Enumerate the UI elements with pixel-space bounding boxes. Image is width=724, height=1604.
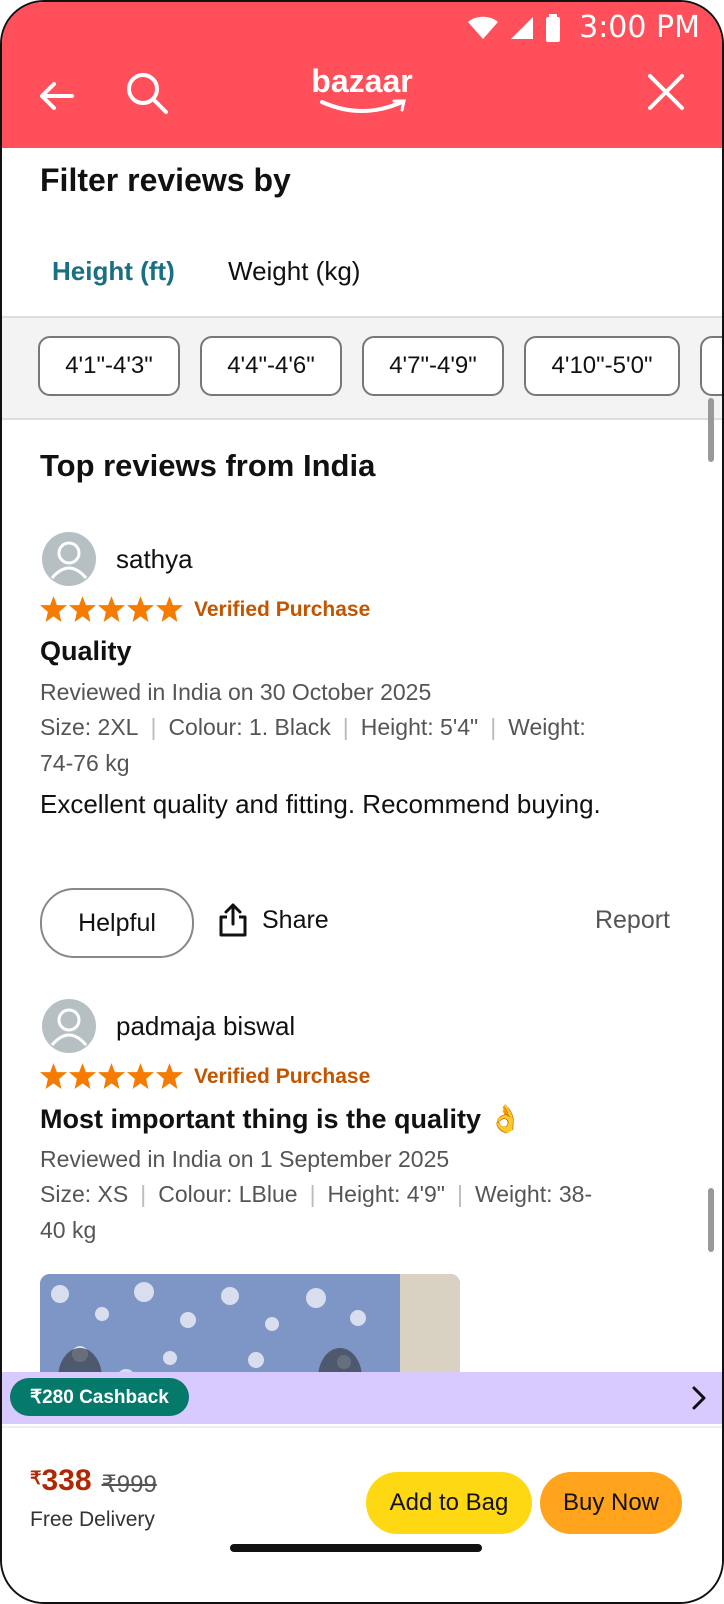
- divider: |: [150, 714, 157, 740]
- review-title: Quality: [40, 636, 132, 666]
- review-weight: Weight:: [508, 714, 586, 740]
- app-header: bazaar: [2, 52, 722, 148]
- phone-frame: 3:00 PM bazaar Filter reviews by Height …: [0, 0, 724, 1604]
- filter-tabs: Height (ft) Weight (kg): [2, 238, 722, 318]
- scrollbar[interactable]: [708, 1188, 714, 1252]
- star-icon: [40, 596, 67, 622]
- review-attributes: Size: XS | Colour: LBlue | Height: 4'9" | Weig…: [40, 1176, 592, 1212]
- avatar: [42, 532, 96, 586]
- search-icon[interactable]: [122, 68, 172, 118]
- user-icon: [50, 541, 88, 580]
- home-indicator[interactable]: [230, 1544, 482, 1552]
- height-chip[interactable]: 4'10"-5'0": [524, 336, 680, 396]
- star-icon: [40, 1063, 67, 1089]
- bazaar-logo: bazaar: [302, 64, 422, 120]
- reviews-section-title: Top reviews from India: [40, 448, 376, 483]
- scrollbar[interactable]: [708, 398, 714, 462]
- height-chips-bar: 4'1"-4'3" 4'4"-4'6" 4'7"-4'9" 4'10"-5'0": [2, 318, 722, 420]
- height-chip[interactable]: 4'7"-4'9": [362, 336, 504, 396]
- tab-weight[interactable]: Weight (kg): [228, 256, 360, 287]
- purchase-bar: ₹ 338 ₹999 Free Delivery Add to Bag Buy …: [2, 1426, 722, 1602]
- star-rating: [40, 1063, 183, 1089]
- status-time: 3:00 PM: [579, 10, 700, 45]
- back-arrow-icon[interactable]: [36, 76, 76, 116]
- battery-icon: [546, 13, 561, 42]
- reviewer-name[interactable]: sathya: [116, 544, 193, 575]
- divider: |: [309, 1181, 316, 1207]
- review-colour: Colour: 1. Black: [168, 714, 331, 740]
- star-icon: [127, 596, 154, 622]
- review-date: Reviewed in India on 1 September 2025: [40, 1146, 450, 1172]
- review-height: Height: 4'9": [327, 1181, 445, 1207]
- star-rating: [40, 596, 183, 622]
- review-weight: Weight: 38-: [474, 1181, 593, 1207]
- height-chip[interactable]: 4'4"-4'6": [200, 336, 342, 396]
- star-icon: [98, 1063, 125, 1089]
- star-icon: [127, 1063, 154, 1089]
- review-size: Size: XS: [40, 1181, 129, 1207]
- logo-smile-icon: [320, 99, 406, 113]
- review-weight-continued: 74-76 kg: [40, 750, 130, 776]
- review-colour: Colour: LBlue: [158, 1181, 298, 1207]
- review-title: Most important thing is the quality 👌: [40, 1104, 523, 1134]
- star-icon: [156, 1063, 183, 1089]
- user-icon: [50, 1008, 88, 1047]
- review-body: Excellent quality and fitting. Recommend…: [40, 789, 601, 819]
- share-label: Share: [262, 905, 329, 934]
- helpful-button[interactable]: Helpful: [40, 888, 194, 958]
- buy-now-button[interactable]: Buy Now: [540, 1472, 682, 1534]
- filter-title: Filter reviews by: [40, 162, 291, 198]
- signal-icon: [511, 16, 534, 39]
- avatar: [42, 999, 96, 1053]
- verified-purchase-badge: Verified Purchase: [194, 598, 371, 621]
- star-icon: [69, 1063, 96, 1089]
- tab-height[interactable]: Height (ft): [52, 256, 175, 287]
- review-attributes: Size: 2XL | Colour: 1. Black | Height: 5'4" |…: [40, 709, 586, 745]
- chevron-right-icon[interactable]: [688, 1384, 710, 1412]
- verified-purchase-badge: Verified Purchase: [194, 1065, 371, 1088]
- height-chip-partial[interactable]: [700, 336, 722, 396]
- currency-symbol: ₹: [30, 1468, 42, 1488]
- star-icon: [156, 596, 183, 622]
- status-icons: 3:00 PM: [467, 10, 700, 45]
- delivery-info: Free Delivery: [30, 1508, 155, 1531]
- reviewer-name[interactable]: padmaja biswal: [116, 1011, 295, 1042]
- height-chip[interactable]: 4'1"-4'3": [38, 336, 180, 396]
- cashback-banner[interactable]: ₹280 Cashback: [2, 1372, 722, 1424]
- divider: |: [342, 714, 349, 740]
- original-price: ₹999: [101, 1471, 157, 1498]
- review-height: Height: 5'4": [360, 714, 479, 740]
- star-icon: [98, 596, 125, 622]
- star-icon: [69, 596, 96, 622]
- divider: |: [490, 714, 497, 740]
- review-size: Size: 2XL: [40, 714, 139, 740]
- report-link[interactable]: Report: [595, 906, 670, 935]
- wifi-icon: [468, 16, 499, 39]
- divider: |: [456, 1181, 463, 1207]
- share-icon: [219, 903, 247, 937]
- price: 338: [41, 1464, 92, 1497]
- price-block: ₹ 338 ₹999: [30, 1464, 157, 1499]
- share-button[interactable]: Share: [218, 902, 329, 938]
- divider: |: [140, 1181, 147, 1207]
- cashback-pill: ₹280 Cashback: [10, 1378, 189, 1416]
- add-to-bag-button[interactable]: Add to Bag: [366, 1472, 532, 1534]
- status-bar: 3:00 PM: [2, 2, 722, 52]
- review-weight-continued: 40 kg: [40, 1217, 97, 1243]
- review-date: Reviewed in India on 30 October 2025: [40, 679, 432, 705]
- close-icon[interactable]: [644, 70, 688, 114]
